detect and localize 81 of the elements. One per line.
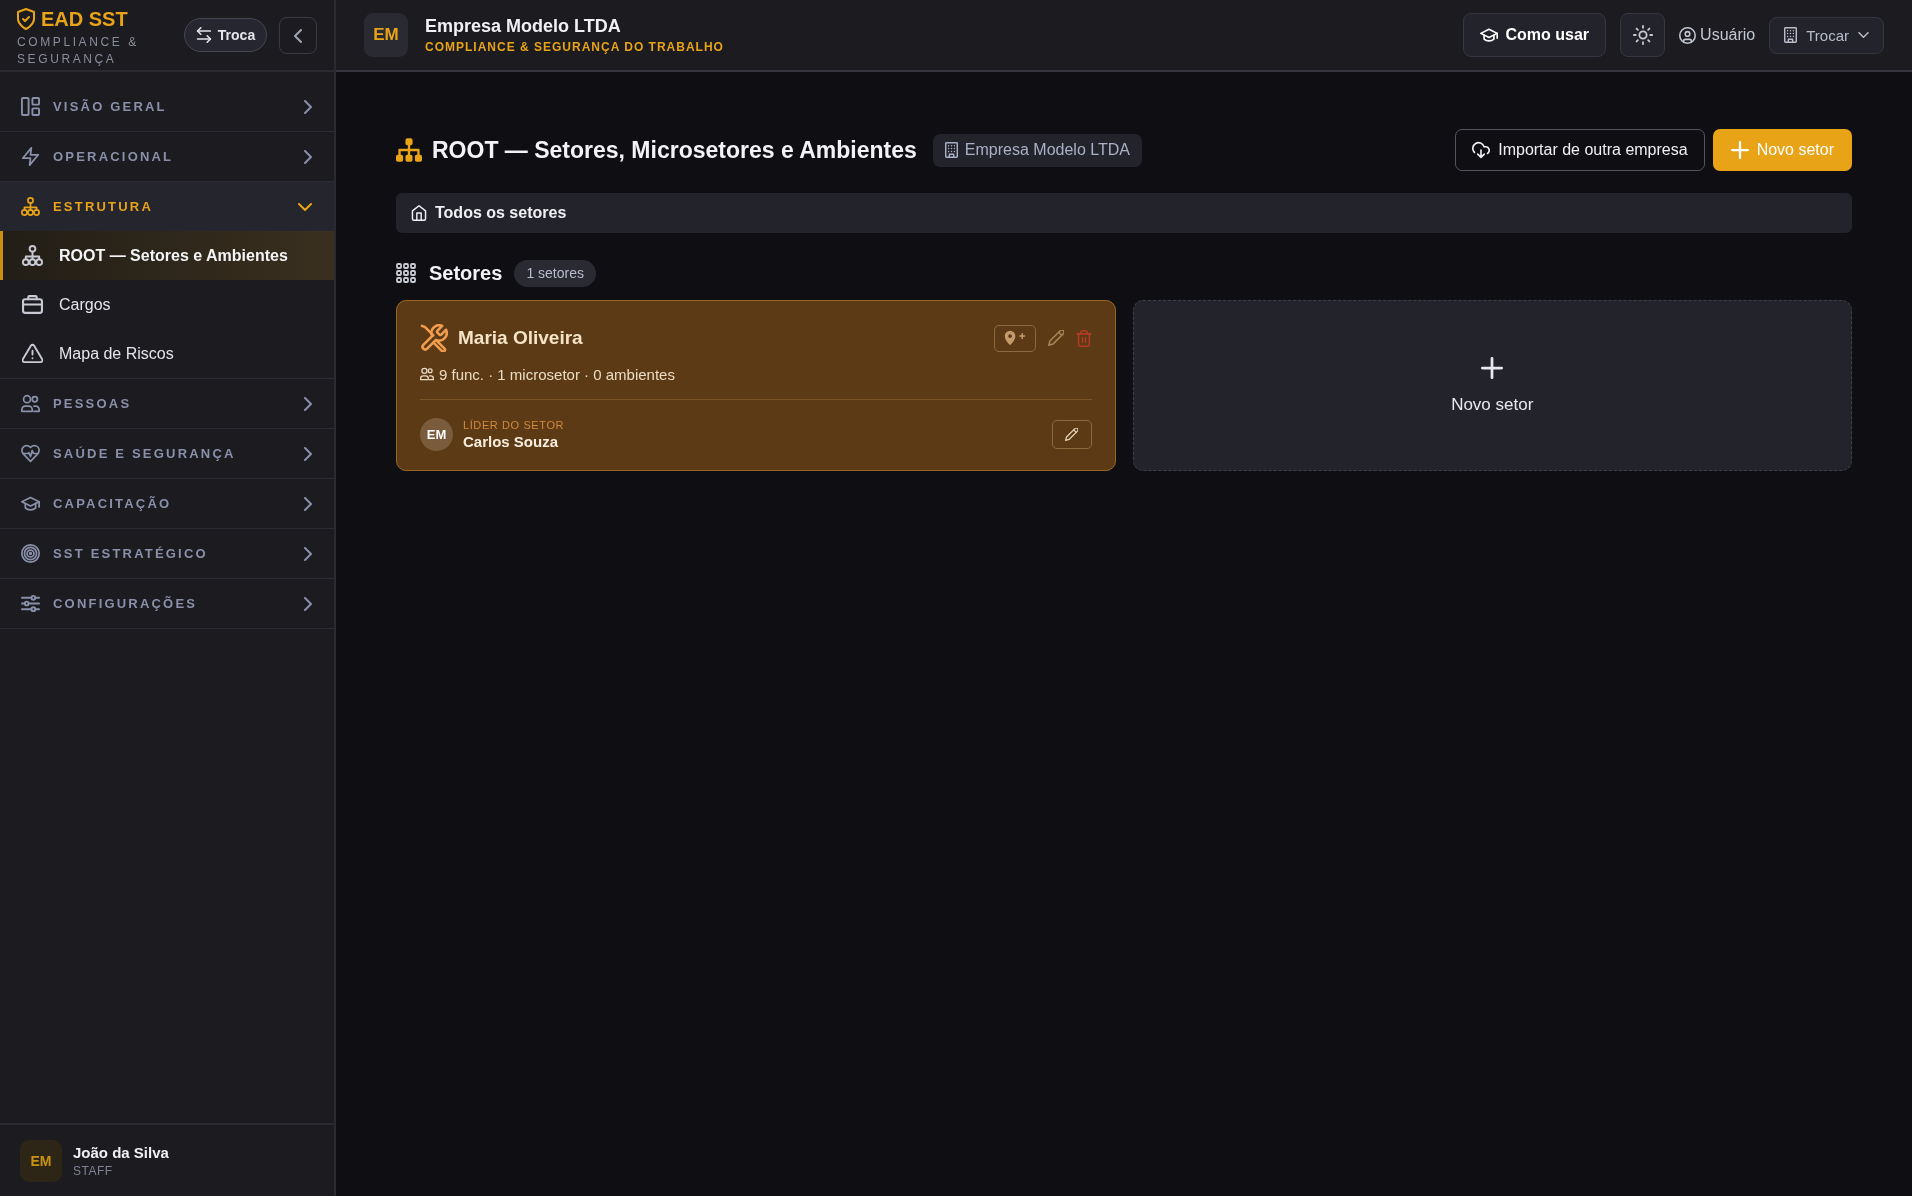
nav-group-toggle[interactable]: SAÚDE E SEGURANÇA [0, 429, 334, 478]
nav-group-toggle[interactable]: SST ESTRATÉGICO [0, 529, 334, 578]
warning-triangle-icon [22, 343, 43, 364]
edit-button[interactable] [1047, 330, 1064, 346]
leader-label: LÍDER DO SETOR [463, 418, 565, 431]
layout-icon [21, 97, 40, 116]
chevron-right-icon [304, 496, 312, 511]
nav-group-toggle[interactable]: VISÃO GERAL [0, 82, 334, 131]
nav-group-toggle[interactable]: ESTRUTURA [0, 182, 334, 231]
chevron-right-icon [304, 99, 312, 114]
sliders-icon [21, 594, 40, 613]
company-avatar: EM [364, 13, 408, 57]
user-role: STAFF [73, 1163, 114, 1178]
graduation-cap-icon [1479, 28, 1498, 42]
switch-button[interactable]: Troca [184, 18, 267, 52]
shield-check-icon [17, 8, 35, 30]
people-icon [21, 394, 40, 413]
cloud-download-icon [1472, 141, 1491, 159]
collapse-sidebar-button[interactable] [279, 17, 317, 54]
switch-company-dropdown[interactable]: Trocar [1769, 16, 1884, 54]
target-icon [21, 544, 40, 563]
page-title: ROOT — Setores, Microsetores e Ambientes [432, 136, 917, 164]
sector-name: Maria Oliveira [458, 327, 583, 349]
breadcrumb-link[interactable]: Todos os setores [411, 204, 567, 222]
pencil-icon [1047, 330, 1064, 346]
help-button[interactable]: Como usar [1462, 13, 1607, 57]
plus-icon [1730, 141, 1749, 159]
nav-item[interactable]: Mapa de Riscos [0, 329, 334, 378]
theme-toggle-button[interactable] [1620, 13, 1666, 57]
nav-group-toggle[interactable]: CONFIGURAÇÕES [0, 579, 334, 628]
sun-icon [1632, 25, 1653, 45]
pencil-icon [1065, 427, 1078, 441]
sector-stats: 9 func. · 1 microsetor · 0 ambientes [439, 365, 675, 383]
section-title: Setores [429, 261, 503, 285]
chevron-right-icon [304, 446, 312, 461]
chevron-down-icon [1858, 32, 1869, 38]
lightning-icon [21, 147, 40, 166]
brand-subtitle: COMPLIANCE & SEGURANÇA [17, 34, 140, 68]
edit-leader-button[interactable] [1051, 419, 1092, 449]
grid-icon [396, 263, 416, 283]
chevron-right-icon [304, 396, 312, 411]
chevron-left-icon [294, 28, 302, 43]
building-icon [1784, 27, 1798, 43]
import-button[interactable]: Importar de outra empresa [1455, 129, 1705, 171]
user-circle-icon [1679, 26, 1697, 44]
wrench-screwdriver-icon [420, 324, 448, 352]
chevron-down-icon [298, 202, 312, 211]
company-chip-label: Empresa Modelo LTDA [964, 141, 1130, 159]
nav-item[interactable]: ROOT — Setores e Ambientes [0, 231, 334, 280]
count-badge: 1 setores [514, 259, 596, 287]
user-avatar: EM [20, 1139, 62, 1182]
people-icon [420, 367, 434, 381]
chevron-right-icon [304, 596, 312, 611]
nav-group-toggle[interactable]: OPERACIONAL [0, 132, 334, 181]
chevron-right-icon [304, 149, 312, 164]
briefcase-icon [22, 294, 43, 315]
new-sector-card[interactable]: Novo setor [1132, 300, 1852, 471]
leader-name: Carlos Souza [463, 432, 560, 450]
add-location-button[interactable] [993, 324, 1036, 352]
heart-pulse-icon [21, 444, 40, 463]
org-chart-icon [22, 245, 43, 266]
plus-icon [1481, 356, 1504, 379]
leader-avatar: EM [420, 417, 453, 451]
nav-group-toggle[interactable]: PESSOAS [0, 379, 334, 428]
swap-arrows-icon [195, 27, 212, 43]
graduation-cap-icon [21, 494, 40, 513]
nav-item[interactable]: Cargos [0, 280, 334, 329]
company-subtitle: COMPLIANCE & SEGURANÇA DO TRABALHO [425, 40, 724, 54]
org-chart-icon [396, 138, 422, 162]
nav-group-toggle[interactable]: CAPACITAÇÃO [0, 479, 334, 528]
home-icon [411, 205, 427, 221]
brand-title: EAD SST [41, 8, 128, 30]
location-pin-plus-icon [1003, 330, 1026, 346]
chevron-right-icon [304, 546, 312, 561]
sector-card[interactable]: Maria Oliveira 9 func. · 1 microsetor · 0 ambientes EM LÍDER DO SETOR Carlos Souza [396, 300, 1116, 471]
user-name: João da Silva [73, 1143, 169, 1161]
company-name: Empresa Modelo LTDA [425, 16, 622, 37]
building-icon [944, 142, 958, 158]
org-chart-icon [21, 197, 40, 216]
trash-icon [1075, 329, 1092, 347]
user-menu[interactable]: Usuário [1679, 26, 1756, 44]
